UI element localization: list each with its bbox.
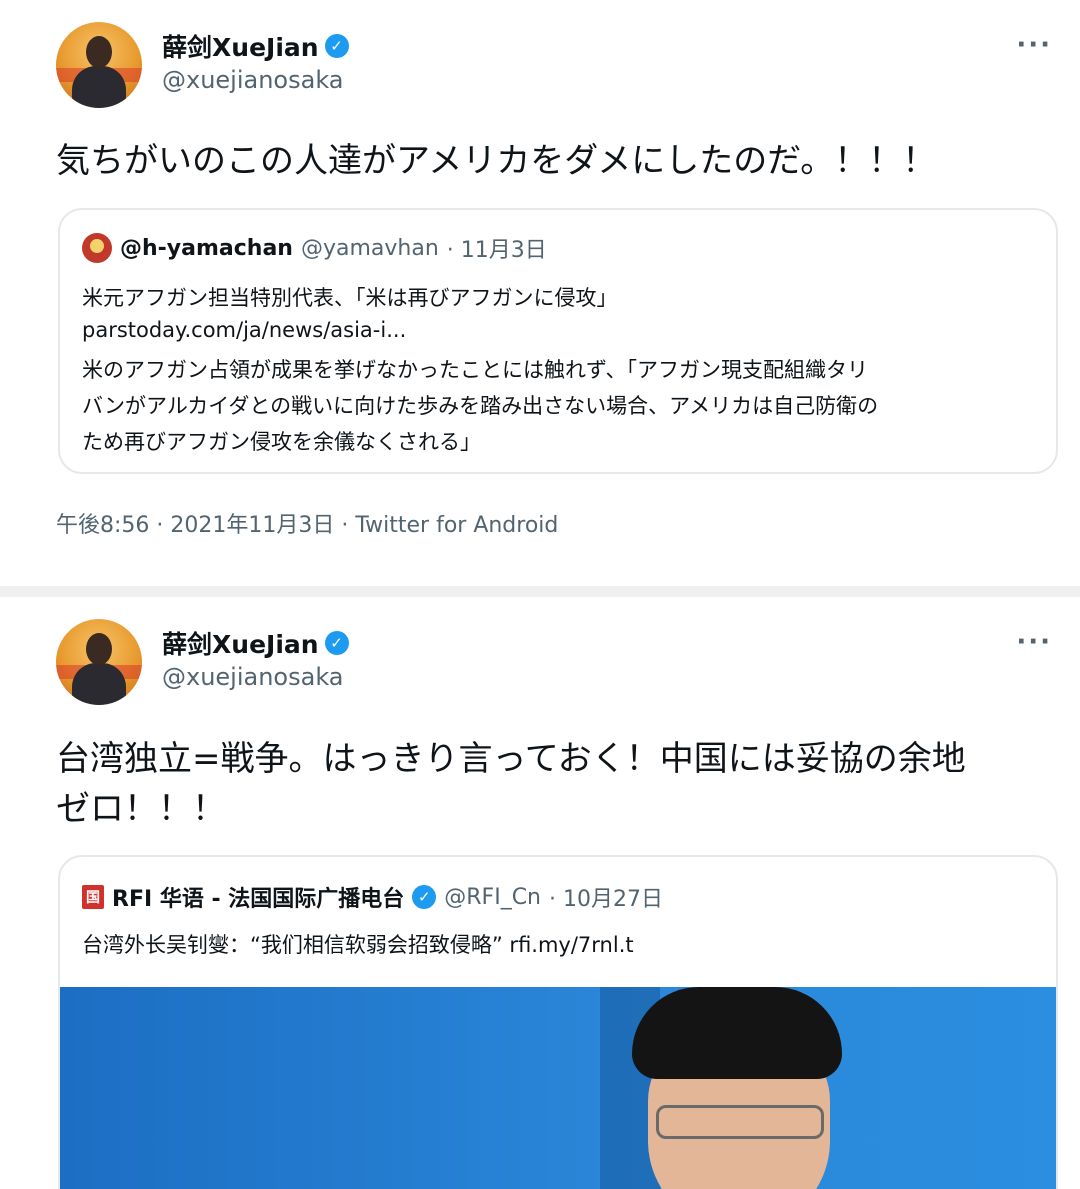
avatar-head — [86, 633, 112, 665]
quoted-text-line: バンがアルカイダとの戦いに向けた歩みを踏み出さない場合、アメリカは自己防衛の — [82, 394, 879, 418]
quoted-text-line: 米のアフガン占領が成果を挙げなかったことには触れず、「アフガン現支配組織タリ — [82, 358, 869, 382]
avatar[interactable] — [56, 619, 142, 705]
tweet-text: 気ちがいのこの人達がアメリカをダメにしたのだ。！！！ — [56, 141, 937, 181]
quoted-author-name: @h-yamachan — [120, 235, 293, 261]
quoted-tweet[interactable]: 国 RFI 华语 - 法国国际广播电台 ✓ @RFI_Cn · 10月27日 台… — [58, 855, 1058, 1189]
quoted-date: · 10月27日 — [549, 887, 663, 912]
avatar[interactable] — [56, 22, 142, 108]
author-name-row[interactable]: 薛剑XueJian ✓ — [162, 625, 349, 661]
more-options-icon[interactable]: ··· — [1016, 627, 1052, 657]
quoted-text-line: 米元アフガン担当特別代表、「米は再びアフガンに侵攻」 — [82, 286, 618, 310]
quoted-author-handle: @RFI_Cn — [444, 884, 541, 910]
avatar-figure — [72, 66, 126, 108]
tweet-text-line: ゼロ！！！ — [56, 789, 226, 829]
quoted-author-name: RFI 华语 - 法国国际广播电台 — [112, 887, 405, 912]
tweet-separator — [0, 586, 1080, 597]
author-name-row[interactable]: 薛剑XueJian ✓ — [162, 28, 349, 64]
tweet-timestamp[interactable]: 午後8:56 · 2021年11月3日 · Twitter for Androi… — [56, 507, 558, 539]
quoted-tweet[interactable]: @h-yamachan @yamavhan · 11月3日 米元アフガン担当特別… — [58, 208, 1058, 474]
quoted-text-line: 台湾外长吴钊燮：“我们相信软弱会招致侵略” rfi.my/7rnl.t — [82, 933, 634, 957]
rfi-logo-icon: 国 — [82, 885, 104, 909]
verified-badge-icon: ✓ — [324, 631, 349, 655]
quoted-tweet-header: @h-yamachan @yamavhan · 11月3日 — [82, 232, 547, 264]
quoted-author-handle: @yamavhan — [300, 235, 439, 261]
tweet-card[interactable]: 薛剑XueJian ✓ @xuejianosaka ··· 台湾独立=戦争。はっ… — [0, 597, 1080, 1189]
verified-badge-icon: ✓ — [412, 885, 437, 909]
tweet-card[interactable]: 薛剑XueJian ✓ @xuejianosaka ··· 気ちがいのこの人達が… — [0, 0, 1080, 586]
more-options-icon[interactable]: ··· — [1016, 30, 1052, 60]
quoted-link[interactable]: parstoday.com/ja/news/asia-i... — [82, 318, 1034, 342]
author-handle[interactable]: @xuejianosaka — [162, 66, 344, 94]
author-name[interactable]: 薛剑XueJian — [162, 625, 319, 661]
photo-person-glasses — [656, 1105, 824, 1139]
photo-person-hair — [632, 987, 842, 1079]
quoted-media-image[interactable] — [60, 987, 1056, 1189]
verified-badge-icon: ✓ — [324, 34, 349, 58]
author-handle[interactable]: @xuejianosaka — [162, 663, 344, 691]
tweet-text-line: 台湾独立=戦争。はっきり言っておく！中国には妥協の余地 — [56, 739, 966, 779]
quoted-avatar — [82, 233, 112, 263]
quoted-tweet-header: 国 RFI 华语 - 法国国际广播电台 ✓ @RFI_Cn · 10月27日 — [82, 881, 663, 913]
avatar-head — [86, 36, 112, 68]
quoted-text-line: ため再びアフガン侵攻を余儀なくされる」 — [82, 430, 481, 454]
author-name[interactable]: 薛剑XueJian — [162, 28, 319, 64]
avatar-figure — [72, 663, 126, 705]
quoted-date: · 11月3日 — [446, 238, 547, 263]
